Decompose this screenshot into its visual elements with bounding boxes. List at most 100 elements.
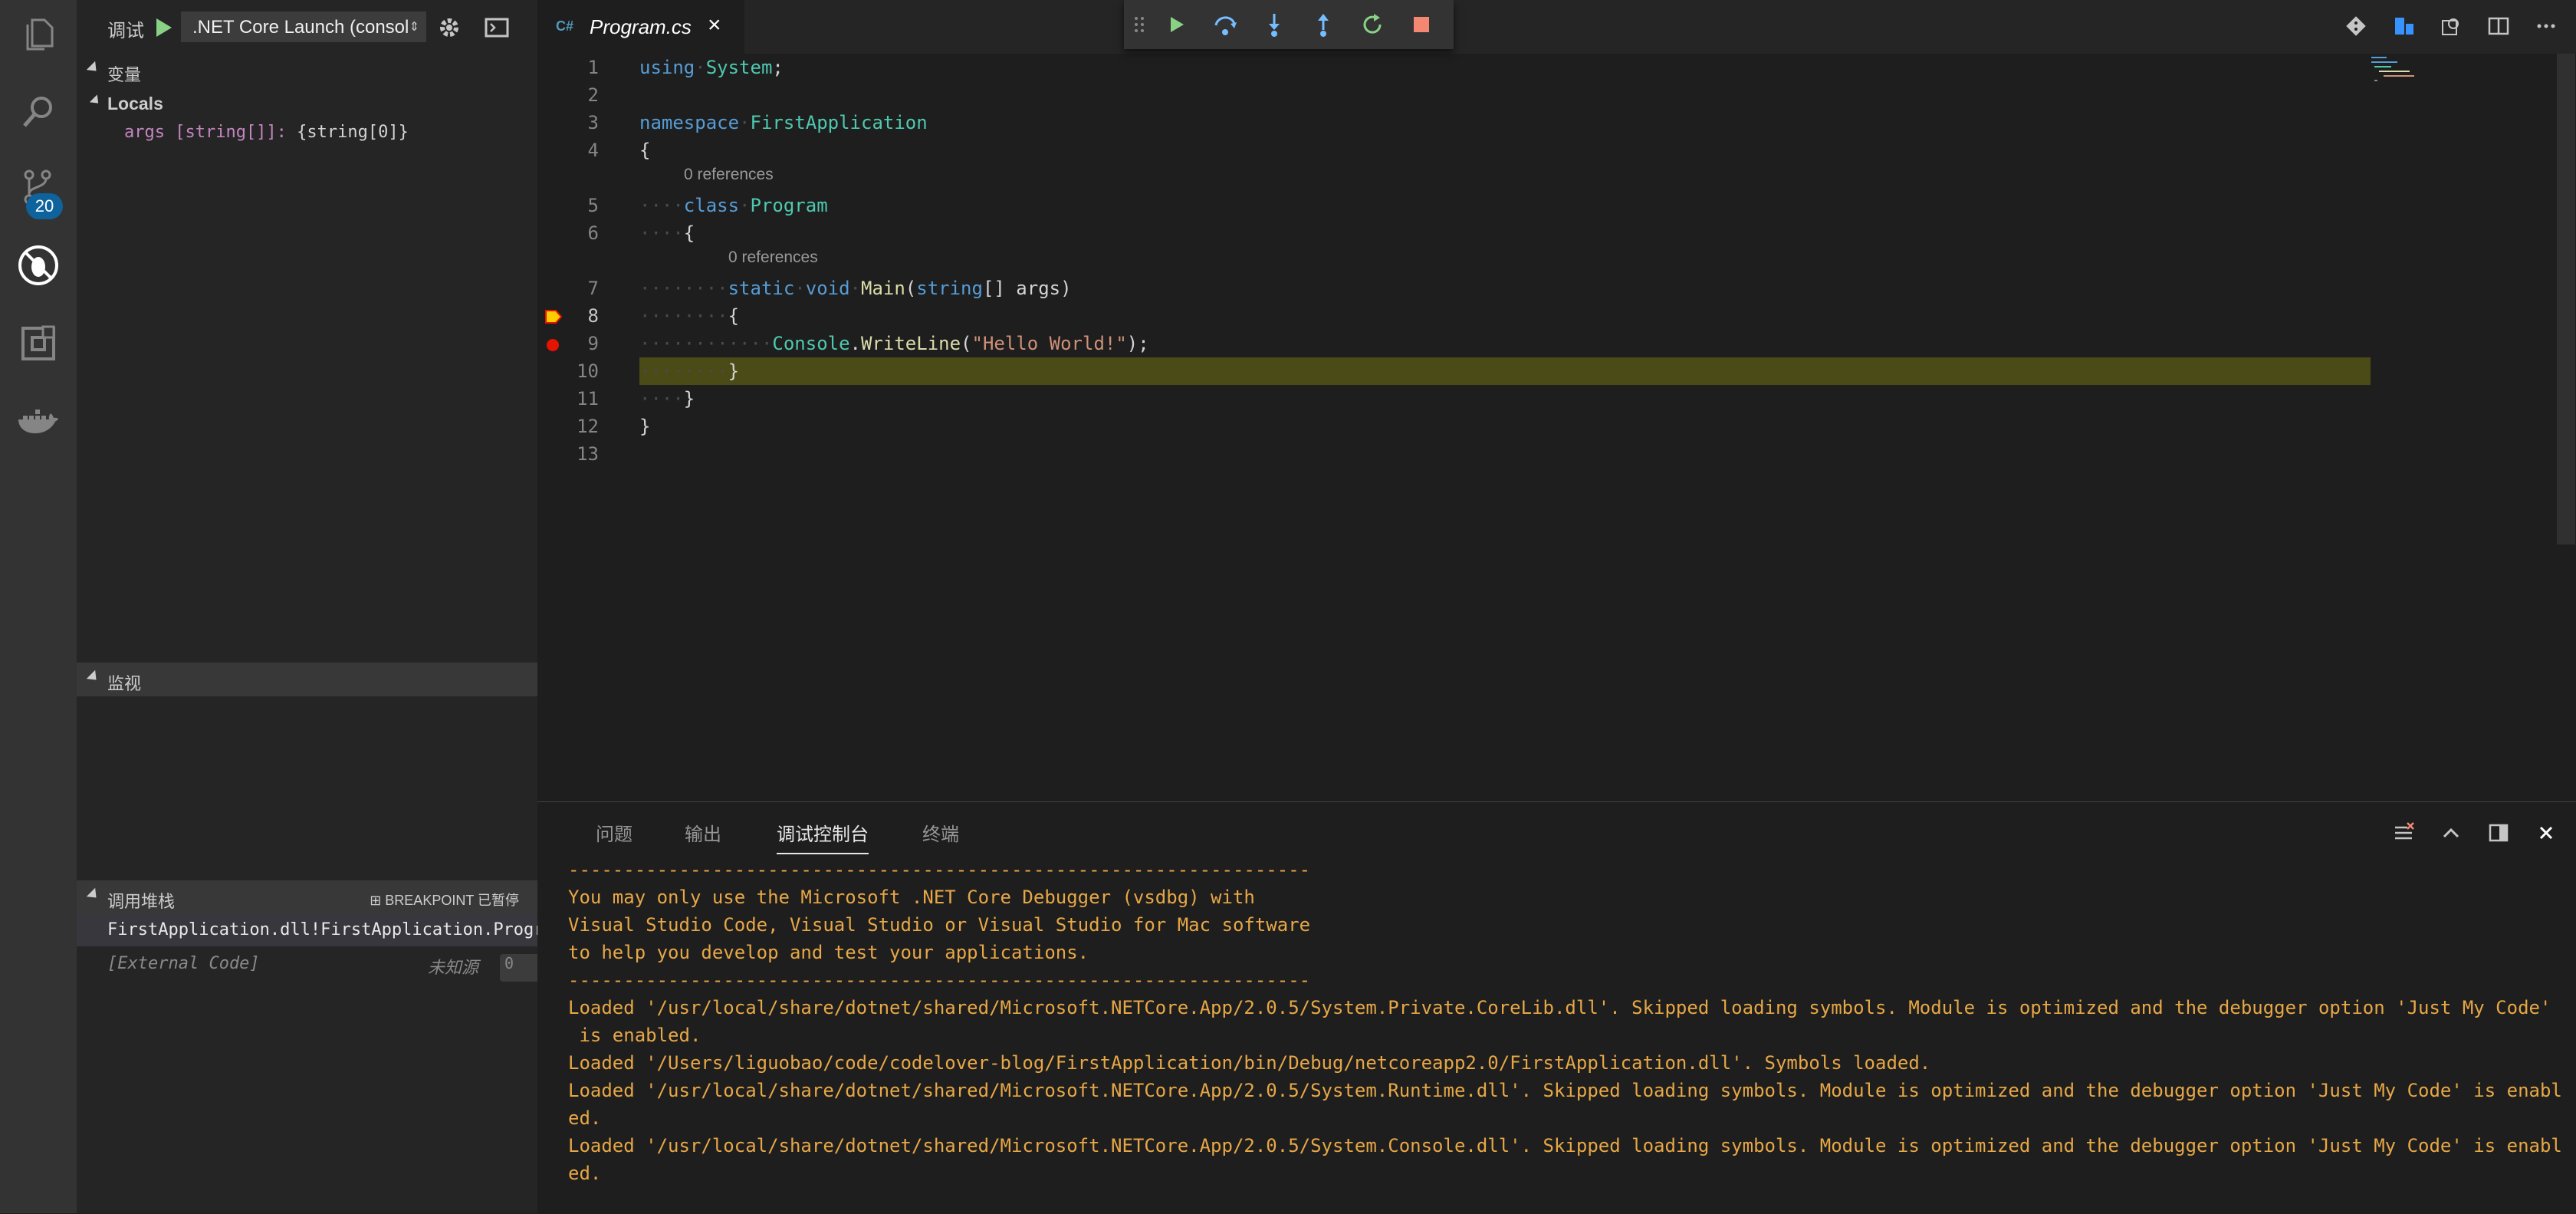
tab-debug-console[interactable]: 调试控制台 (777, 819, 869, 846)
open-preview-icon[interactable] (2436, 11, 2466, 41)
code-text: namespace·FirstApplication (639, 112, 928, 133)
toggle-panel-position-icon[interactable] (2483, 818, 2514, 848)
tab-problems[interactable]: 问题 (596, 819, 632, 846)
code-editor[interactable]: 1 using·System; 2 3 namespace·FirstAppli… (537, 54, 2576, 801)
more-actions-icon[interactable] (2531, 11, 2561, 41)
code-line: 10 ········} (537, 357, 2377, 385)
line-number: 8 (587, 305, 599, 327)
line-number: 12 (577, 416, 599, 437)
continue-icon[interactable] (1161, 9, 1191, 40)
debug-sidebar: 调试 .NET Core Launch (consol ⇕ 变量 Locals … (77, 0, 2349, 1213)
collapse-triangle-icon (89, 94, 103, 107)
step-over-icon[interactable] (1210, 9, 1240, 40)
code-text: ········{ (639, 305, 740, 327)
close-panel-icon[interactable] (2531, 818, 2561, 848)
tab-program-cs[interactable]: C# Program.cs × (537, 0, 744, 54)
code-line: 11 ····} (537, 385, 2377, 413)
collapse-triangle-icon (86, 670, 101, 685)
debug-toolbar: 调试 .NET Core Launch (consol ⇕ (77, 0, 537, 54)
code-text: ········} (639, 360, 740, 382)
tab-output[interactable]: 输出 (685, 819, 721, 846)
line-number: 3 (587, 112, 599, 133)
extensions-icon[interactable] (17, 322, 60, 365)
call-stack-frame[interactable]: FirstApplication.dll!FirstApplication.Pr… (77, 914, 537, 946)
panel-tabs: 问题 输出 调试控制台 终端 (537, 802, 2576, 856)
open-changes-icon[interactable] (2388, 11, 2419, 41)
paused-status: ⊞ BREAKPOINT 已暂停 (370, 893, 519, 908)
console-line: Loaded '/usr/local/share/dotnet/shared/M… (568, 1135, 2561, 1156)
codelens-references[interactable]: 0 references (728, 248, 818, 271)
minimap[interactable] (2370, 54, 2446, 100)
clear-console-icon[interactable] (2388, 818, 2419, 848)
console-line: to help you develop and test your applic… (568, 942, 1089, 963)
step-out-icon[interactable] (1308, 9, 1339, 40)
split-editor-icon[interactable] (2483, 11, 2514, 41)
call-stack-section-header[interactable]: 调用堆栈 ⊞ BREAKPOINT 已暂停 (77, 880, 537, 914)
code-line: 4 { (537, 137, 2377, 164)
debug-action-toolbar (1124, 0, 1454, 49)
docker-icon[interactable] (17, 400, 60, 443)
console-line: Loaded '/usr/local/share/dotnet/shared/M… (568, 1080, 2561, 1101)
paused-status-text: BREAKPOINT 已暂停 (385, 893, 519, 908)
tab-label: Program.cs (590, 15, 692, 38)
editor-scrollbar[interactable] (2557, 54, 2575, 544)
collapse-triangle-icon (86, 887, 101, 903)
files-icon[interactable] (17, 14, 60, 57)
drag-handle-icon[interactable] (1130, 9, 1148, 40)
line-number: 11 (577, 388, 599, 410)
tab-bar: C# Program.cs × (537, 0, 2576, 54)
line-number: 6 (587, 222, 599, 244)
debug-icon[interactable] (17, 244, 60, 287)
variable-value: {string[0]} (286, 123, 409, 142)
code-line: 2 (537, 81, 2377, 109)
code-text: ············Console.WriteLine("Hello Wor… (639, 333, 1149, 354)
codelens-references[interactable]: 0 references (684, 166, 774, 189)
variables-section-header[interactable]: 变量 (77, 54, 537, 87)
code-text: } (639, 416, 651, 437)
code-line: 13 (537, 440, 2377, 468)
tab-terminal[interactable]: 终端 (922, 819, 959, 846)
watch-list[interactable] (77, 696, 537, 880)
frame-name: FirstApplication.dll!FirstApplication.Pr… (107, 920, 537, 939)
stop-icon[interactable] (1406, 9, 1437, 40)
launch-config-select[interactable]: .NET Core Launch (consol ⇕ (181, 12, 426, 42)
variable-name: args [string[]]: (124, 123, 287, 142)
variables-title: 变量 (107, 65, 142, 84)
restart-icon[interactable] (1357, 9, 1388, 40)
debug-label: 调试 (107, 21, 144, 41)
step-into-icon[interactable] (1259, 9, 1290, 40)
gear-icon[interactable] (434, 12, 465, 43)
debug-console-icon[interactable] (481, 12, 512, 43)
start-debugging-icon[interactable] (149, 14, 176, 41)
activity-bar: 20 (0, 0, 77, 1213)
console-line: ----------------------------------------… (568, 969, 1311, 991)
line-number: 10 (577, 360, 599, 382)
frame-source: 未知源 (428, 958, 479, 977)
frame-name: [External Code] (107, 954, 260, 973)
line-number: 13 (577, 443, 599, 465)
maximize-panel-icon[interactable] (2436, 818, 2466, 848)
search-icon[interactable] (17, 90, 60, 133)
watch-title: 监视 (107, 674, 142, 693)
bottom-panel: 问题 输出 调试控制台 终端 -------------------------… (537, 801, 2576, 1214)
variable-args[interactable]: args [string[]]: {string[0]} (124, 123, 409, 142)
git-compare-icon[interactable] (2341, 11, 2371, 41)
line-number: 4 (587, 140, 599, 161)
locals-scope[interactable]: Locals (77, 87, 537, 118)
watch-section-header[interactable]: 监视 (77, 663, 537, 696)
console-line: Visual Studio Code, Visual Studio or Vis… (568, 914, 1311, 936)
code-line: 1 using·System; (537, 54, 2377, 81)
code-text: using·System; (639, 57, 784, 78)
close-icon[interactable]: × (708, 12, 721, 38)
code-line: 3 namespace·FirstApplication (537, 109, 2377, 137)
code-text: ····class·Program (639, 195, 828, 216)
call-stack-title: 调用堆栈 (107, 892, 176, 911)
code-line: 7 ········static·void·Main(string[] args… (537, 275, 2377, 302)
line-number: 7 (587, 278, 599, 299)
console-line: is enabled. (568, 1025, 702, 1046)
call-stack-frame[interactable]: [External Code] 未知源 0 (77, 948, 2349, 982)
code-text: ····} (639, 388, 695, 410)
code-line: 6 ····{ (537, 219, 2377, 247)
debug-console-output[interactable]: ----------------------------------------… (568, 856, 2561, 1187)
console-line: ----------------------------------------… (568, 859, 1311, 880)
